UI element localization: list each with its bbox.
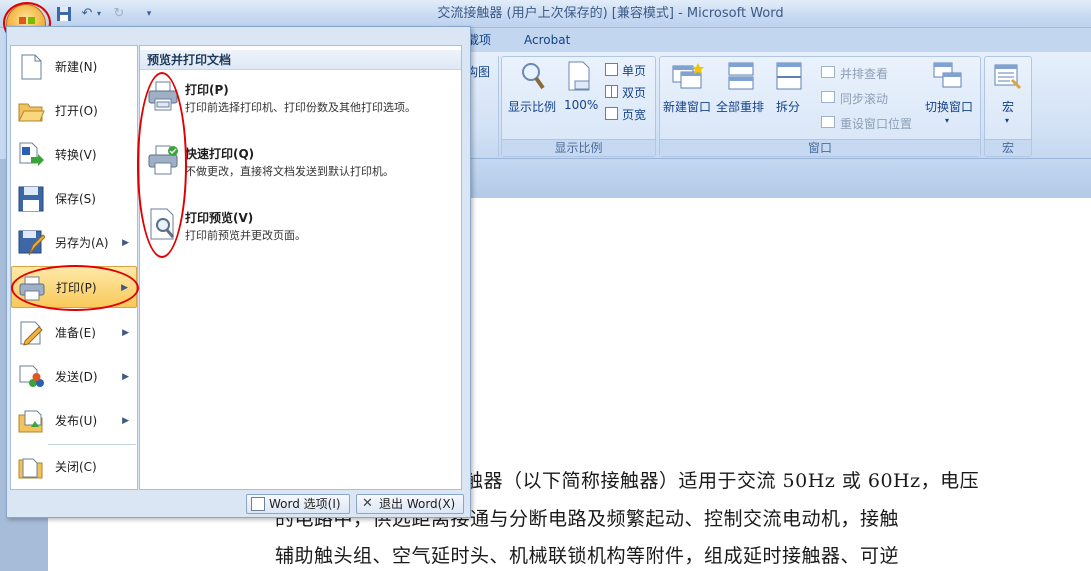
quick-print-option-description: 不做更改，直接将文档发送到默认打印机。 — [185, 165, 394, 178]
single-page-icon — [605, 63, 618, 76]
customize-icon[interactable]: ▾ — [140, 5, 158, 23]
print-option-title[interactable]: 打印(P) — [185, 81, 229, 98]
submenu-arrow-icon: ▶ — [122, 416, 129, 426]
publish-icon — [17, 407, 45, 435]
close-folder-icon — [17, 453, 45, 481]
switch-window-button[interactable]: 切换窗口 — [925, 98, 973, 115]
menu-item-label: 打印(P) — [56, 281, 97, 295]
new-window-icon — [672, 62, 704, 90]
macros-button[interactable]: 宏 — [1002, 98, 1014, 115]
submenu-arrow-icon: ▶ — [122, 372, 129, 382]
print-option-description: 打印前选择打印机、打印份数及其他打印选项。 — [185, 101, 416, 114]
new-document-icon — [17, 53, 45, 81]
open-folder-icon — [17, 97, 45, 125]
quick-print-icon — [147, 144, 179, 176]
menu-item-label: 准备(E) — [55, 326, 96, 340]
zoom-button[interactable]: 显示比例 — [508, 98, 556, 115]
magnifier-icon — [520, 61, 546, 91]
macros-icon — [994, 62, 1022, 90]
switch-window-dropdown-icon[interactable]: ▾ — [945, 116, 949, 125]
menu-item-label: 发送(D) — [55, 370, 98, 384]
quick-print-option-title[interactable]: 快速打印(Q) — [185, 145, 254, 162]
menu-item-convert[interactable]: 转换(V) — [11, 134, 137, 176]
undo-dropdown-icon[interactable]: ▾ — [95, 5, 103, 23]
menu-item-label: 新建(N) — [55, 60, 98, 74]
menu-item-label: 关闭(C) — [55, 460, 97, 474]
reset-position-icon — [821, 116, 835, 128]
save-icon[interactable] — [55, 5, 73, 23]
menu-item-prepare[interactable]: 准备(E) ▶ — [11, 312, 137, 354]
menu-item-label: 另存为(A) — [55, 236, 109, 250]
ribbon-partial-divider — [498, 56, 499, 157]
side-by-side-button[interactable]: 并排查看 — [840, 65, 888, 82]
menu-item-save-as[interactable]: 另存为(A) ▶ — [11, 222, 137, 264]
window-title: 交流接触器 (用户上次保存的) [兼容模式] - Microsoft Word — [437, 6, 784, 21]
print-preview-icon — [147, 207, 179, 241]
zoom-group-label: 显示比例 — [502, 139, 655, 156]
send-icon — [17, 363, 45, 391]
menu-separator — [48, 444, 136, 445]
zoom-100-button[interactable]: 100% — [564, 98, 598, 112]
close-icon: ✕ — [362, 496, 373, 511]
sync-scroll-button[interactable]: 同步滚动 — [840, 90, 888, 107]
sync-scroll-icon — [821, 91, 835, 103]
ruler-band — [465, 159, 1091, 199]
document-line-1: 触器（以下简称接触器）适用于交流 50Hz 或 60Hz，电压 — [464, 470, 980, 492]
menu-item-label: 打开(O) — [55, 104, 98, 118]
word-options-button[interactable]: Word 选项(I) — [246, 494, 350, 514]
word-options-icon — [251, 497, 265, 511]
menu-item-save[interactable]: 保存(S) — [11, 178, 137, 220]
macros-group-label: 宏 — [985, 139, 1031, 156]
submenu-arrow-icon: ▶ — [122, 328, 129, 338]
undo-icon[interactable]: ↶ — [78, 5, 96, 23]
single-page-button[interactable]: 单页 — [622, 62, 646, 79]
window-group-label: 窗口 — [660, 139, 980, 156]
submenu-arrow-icon: ▶ — [121, 283, 128, 293]
save-as-icon — [17, 229, 45, 257]
print-dialog-icon — [147, 80, 179, 112]
submenu-arrow-icon: ▶ — [122, 238, 129, 248]
two-pages-button[interactable]: 双页 — [622, 84, 646, 101]
menu-item-open[interactable]: 打开(O) — [11, 90, 137, 132]
save-disk-icon — [17, 185, 45, 213]
arrange-all-button[interactable]: 全部重排 — [716, 98, 764, 115]
menu-item-close[interactable]: 关闭(C) — [11, 446, 137, 488]
macros-dropdown-icon[interactable]: ▾ — [1005, 116, 1009, 125]
menu-item-label: 保存(S) — [55, 192, 96, 206]
menu-item-label: 发布(U) — [55, 414, 98, 428]
exit-word-button[interactable]: ✕ 退出 Word(X) — [356, 494, 464, 514]
menu-item-new[interactable]: 新建(N) — [11, 46, 137, 88]
exit-word-label: 退出 Word(X) — [379, 497, 456, 511]
page-100-icon — [567, 61, 591, 91]
new-window-button[interactable]: 新建窗口 — [663, 98, 711, 115]
switch-window-icon — [933, 62, 963, 90]
print-preview-option-description: 打印前预览并更改页面。 — [185, 229, 306, 242]
two-pages-icon — [605, 85, 618, 98]
print-preview-option-title[interactable]: 打印预览(V) — [185, 209, 253, 226]
reset-position-button[interactable]: 重设窗口位置 — [840, 115, 912, 132]
page-width-button[interactable]: 页宽 — [622, 106, 646, 123]
word-options-label: Word 选项(I) — [269, 497, 341, 511]
side-by-side-icon — [821, 66, 835, 78]
menu-item-print[interactable]: 打印(P) ▶ — [11, 266, 137, 308]
menu-item-publish[interactable]: 发布(U) ▶ — [11, 400, 137, 442]
split-icon — [776, 62, 802, 90]
redo-icon[interactable]: ↻ — [110, 5, 128, 23]
convert-icon — [17, 141, 45, 169]
menu-item-label: 转换(V) — [55, 148, 97, 162]
document-line-3: 辅助触头组、空气延时头、机械联锁机构等附件，组成延时接触器、可逆 — [275, 545, 900, 567]
page-width-icon — [605, 107, 618, 120]
menu-item-send[interactable]: 发送(D) ▶ — [11, 356, 137, 398]
split-button[interactable]: 拆分 — [776, 98, 800, 115]
printer-icon — [18, 274, 46, 302]
submenu-header: 预览并打印文档 — [140, 50, 461, 70]
tab-acrobat[interactable]: Acrobat — [524, 29, 570, 52]
arrange-all-icon — [728, 62, 754, 90]
prepare-icon — [17, 319, 45, 347]
